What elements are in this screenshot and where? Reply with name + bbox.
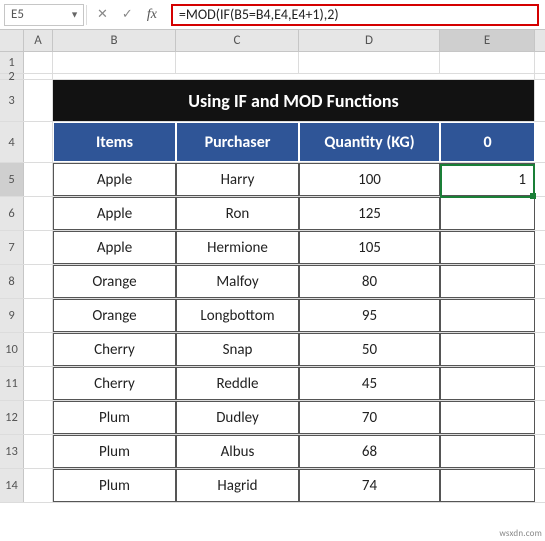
fx-icon[interactable]: fx (147, 7, 157, 23)
cell[interactable] (24, 52, 53, 73)
spreadsheet-grid[interactable]: 1 2 3 Using IF and MOD Functions 4 Items… (0, 52, 545, 503)
table-header-quantity: Quantity (KG) (299, 122, 440, 162)
formula-bar: E5 ▼ ✕ ✓ fx =MOD(IF(B5=B4,E4,E4+1),2) (0, 0, 545, 30)
row-header[interactable]: 6 (0, 197, 24, 230)
table-cell-items[interactable]: Cherry (53, 333, 176, 366)
table-cell-items[interactable]: Plum (53, 435, 176, 468)
formula-bar-buttons: ✕ ✓ fx (87, 7, 167, 23)
cell[interactable] (24, 401, 53, 434)
table-cell-helper[interactable]: 1 (440, 163, 535, 196)
row-header[interactable]: 7 (0, 231, 24, 264)
cell[interactable] (24, 122, 53, 162)
column-headers: A B C D E (0, 30, 545, 52)
cell[interactable] (176, 52, 299, 73)
table-cell-purchaser[interactable]: Reddle (176, 367, 299, 400)
table-cell-purchaser[interactable]: Hagrid (176, 469, 299, 502)
table-cell-quantity[interactable]: 80 (299, 265, 440, 298)
table-cell-helper[interactable] (440, 231, 535, 264)
formula-text: =MOD(IF(B5=B4,E4,E4+1),2) (179, 6, 339, 23)
table-header-items: Items (53, 122, 176, 162)
table-cell-quantity[interactable]: 45 (299, 367, 440, 400)
row-header[interactable]: 13 (0, 435, 24, 468)
cell[interactable] (24, 333, 53, 366)
table-cell-helper[interactable] (440, 333, 535, 366)
row-header[interactable]: 2 (0, 74, 24, 79)
table-cell-helper[interactable] (440, 469, 535, 502)
row-header[interactable]: 14 (0, 469, 24, 502)
table-cell-quantity[interactable]: 100 (299, 163, 440, 196)
table-cell-quantity[interactable]: 74 (299, 469, 440, 502)
table-cell-helper[interactable] (440, 265, 535, 298)
row-header[interactable]: 9 (0, 299, 24, 332)
column-header-c[interactable]: C (176, 30, 299, 51)
table-cell-helper[interactable] (440, 197, 535, 230)
column-header-b[interactable]: B (53, 30, 176, 51)
cell[interactable] (24, 197, 53, 230)
formula-input[interactable]: =MOD(IF(B5=B4,E4,E4+1),2) (171, 4, 539, 26)
table-cell-purchaser[interactable]: Hermione (176, 231, 299, 264)
column-header-a[interactable]: A (24, 30, 53, 51)
table-cell-items[interactable]: Apple (53, 197, 176, 230)
page-title: Using IF and MOD Functions (53, 80, 535, 121)
name-box[interactable]: E5 ▼ (4, 4, 84, 26)
cell[interactable] (24, 469, 53, 502)
cell[interactable] (24, 435, 53, 468)
table-cell-purchaser[interactable]: Dudley (176, 401, 299, 434)
cell[interactable] (24, 80, 53, 121)
table-cell-quantity[interactable]: 125 (299, 197, 440, 230)
table-cell-helper[interactable] (440, 401, 535, 434)
enter-icon[interactable]: ✓ (122, 7, 133, 22)
table-cell-purchaser[interactable]: Snap (176, 333, 299, 366)
cancel-icon[interactable]: ✕ (97, 7, 108, 22)
cell[interactable] (53, 74, 535, 79)
table-cell-purchaser[interactable]: Longbottom (176, 299, 299, 332)
name-box-dropdown-icon[interactable]: ▼ (70, 9, 79, 20)
cell[interactable] (24, 163, 53, 196)
table-cell-items[interactable]: Cherry (53, 367, 176, 400)
cell[interactable] (440, 52, 535, 73)
row-header[interactable]: 4 (0, 122, 24, 162)
row-header[interactable]: 3 (0, 80, 24, 121)
table-cell-items[interactable]: Apple (53, 163, 176, 196)
cell-reference: E5 (11, 7, 24, 22)
select-all-corner[interactable] (0, 30, 24, 51)
table-cell-purchaser[interactable]: Albus (176, 435, 299, 468)
table-cell-helper[interactable] (440, 299, 535, 332)
title-text: Using IF and MOD Functions (188, 90, 399, 112)
table-cell-quantity[interactable]: 95 (299, 299, 440, 332)
row-header[interactable]: 8 (0, 265, 24, 298)
cell[interactable] (299, 52, 440, 73)
cell[interactable] (24, 265, 53, 298)
column-header-d[interactable]: D (299, 30, 440, 51)
table-cell-helper[interactable] (440, 367, 535, 400)
cell[interactable] (24, 231, 53, 264)
table-cell-items[interactable]: Plum (53, 469, 176, 502)
table-header-purchaser: Purchaser (176, 122, 299, 162)
table-cell-purchaser[interactable]: Harry (176, 163, 299, 196)
row-header[interactable]: 5 (0, 163, 24, 196)
table-cell-helper[interactable] (440, 435, 535, 468)
cell[interactable] (24, 74, 53, 79)
table-cell-quantity[interactable]: 50 (299, 333, 440, 366)
row-header[interactable]: 11 (0, 367, 24, 400)
table-cell-purchaser[interactable]: Malfoy (176, 265, 299, 298)
table-cell-quantity[interactable]: 70 (299, 401, 440, 434)
table-cell-quantity[interactable]: 68 (299, 435, 440, 468)
table-cell-items[interactable]: Apple (53, 231, 176, 264)
table-cell-purchaser[interactable]: Ron (176, 197, 299, 230)
row-header[interactable]: 10 (0, 333, 24, 366)
column-header-e[interactable]: E (440, 30, 535, 51)
table-cell-items[interactable]: Plum (53, 401, 176, 434)
cell[interactable] (24, 367, 53, 400)
row-header[interactable]: 12 (0, 401, 24, 434)
cell[interactable] (24, 299, 53, 332)
cell[interactable] (53, 52, 176, 73)
table-cell-items[interactable]: Orange (53, 265, 176, 298)
table-header-helper: 0 (440, 122, 535, 162)
watermark: wsxdn.com (499, 528, 542, 539)
table-cell-quantity[interactable]: 105 (299, 231, 440, 264)
table-cell-items[interactable]: Orange (53, 299, 176, 332)
